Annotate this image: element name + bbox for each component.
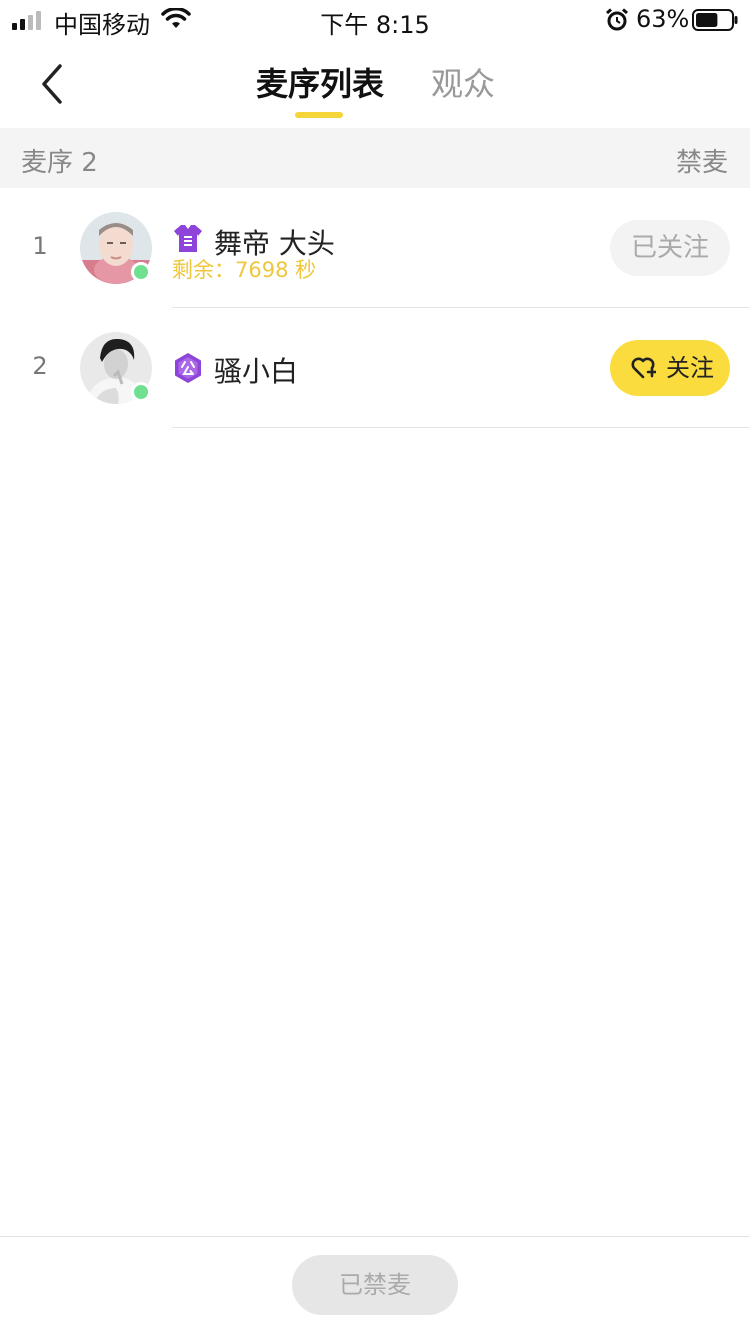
queue-row[interactable]: 2 骚小白 关注 <box>0 308 750 428</box>
remaining-time: 剩余：7698 秒 <box>172 258 317 282</box>
active-tab-indicator <box>295 112 343 118</box>
mute-mic-button[interactable]: 禁麦 <box>676 142 728 179</box>
mic-queue-screen: 中国移动 下午 8:15 63% 麦序列表 观众 麦序 2 禁麦 1 舞帝 大头… <box>0 0 750 1334</box>
queue-index: 2 <box>32 352 48 380</box>
heart-plus-icon <box>631 357 656 379</box>
footer-divider <box>0 1236 750 1237</box>
tab-audience[interactable]: 观众 <box>431 64 495 104</box>
followed-button[interactable]: 已关注 <box>610 220 730 276</box>
online-indicator <box>131 382 151 402</box>
top-nav: 麦序列表 观众 <box>0 40 750 128</box>
follow-button[interactable]: 关注 <box>610 340 730 396</box>
guild-badge-icon <box>175 353 201 383</box>
tab-mic-queue[interactable]: 麦序列表 <box>256 64 384 104</box>
username: 骚小白 <box>214 355 299 388</box>
status-bar: 中国移动 下午 8:15 63% <box>0 0 750 40</box>
online-indicator <box>131 262 151 282</box>
follow-label: 关注 <box>666 354 714 382</box>
battery-icon <box>692 9 738 31</box>
queue-count: 麦序 2 <box>21 148 98 178</box>
alarm-icon <box>606 8 628 31</box>
chevron-left-icon[interactable] <box>30 60 74 108</box>
queue-row[interactable]: 1 舞帝 大头 剩余：7698 秒 已关注 <box>0 188 750 308</box>
queue-index: 1 <box>32 232 48 260</box>
row-divider <box>172 427 750 428</box>
battery-percent: 63% <box>636 5 690 33</box>
vest-badge-icon <box>174 225 202 252</box>
queue-header: 麦序 2 禁麦 <box>0 128 750 188</box>
muted-button[interactable]: 已禁麦 <box>292 1255 458 1315</box>
